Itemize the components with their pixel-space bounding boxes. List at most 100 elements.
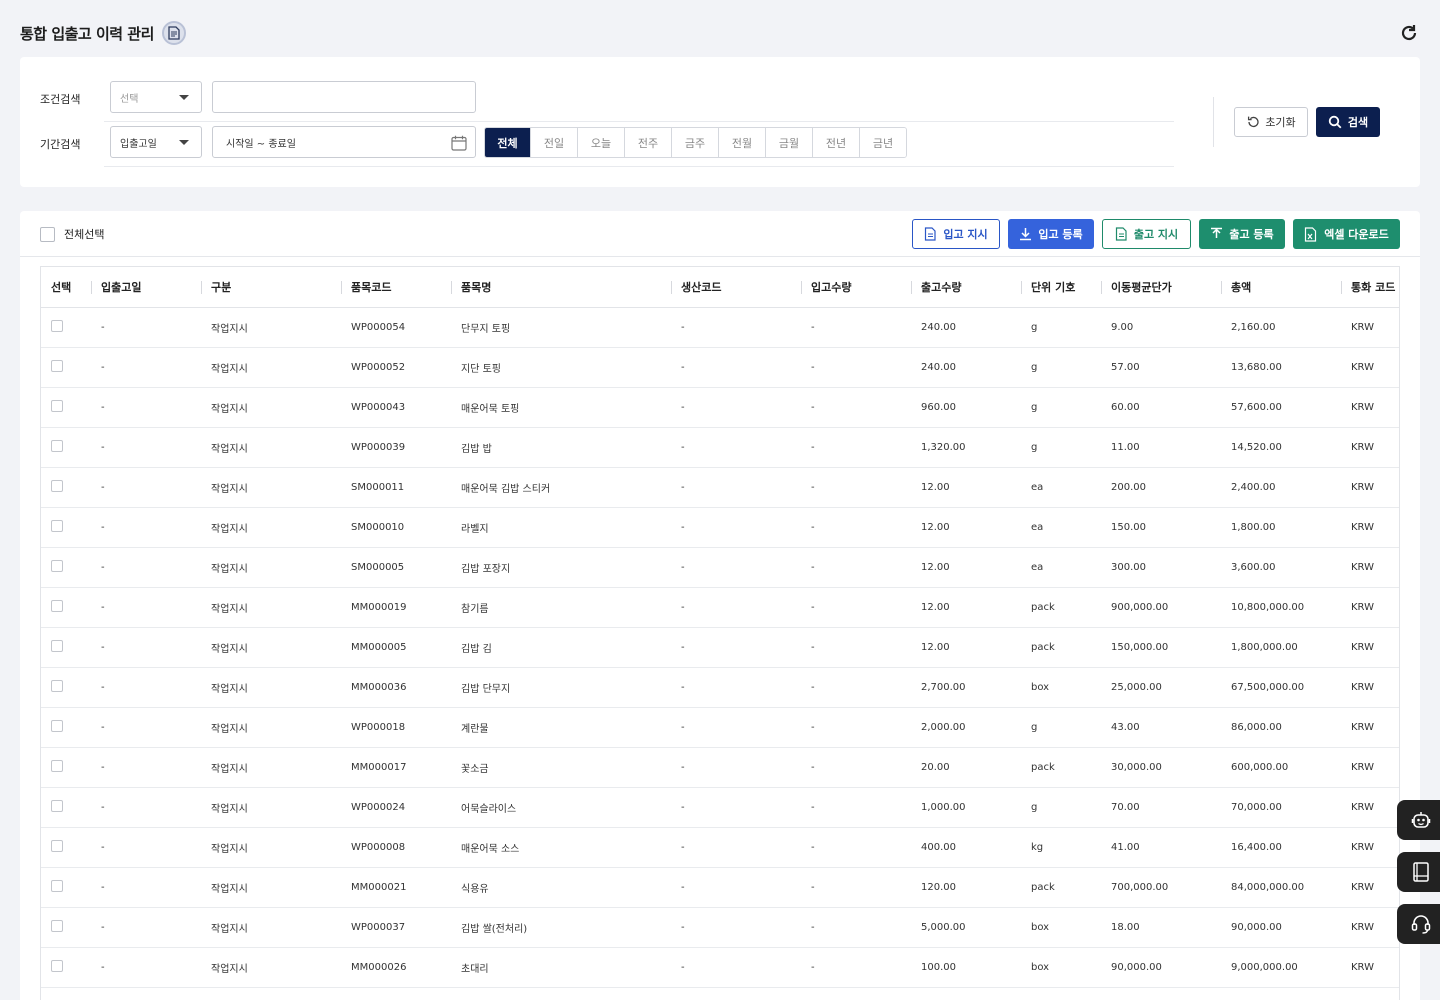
row-checkbox[interactable]: [51, 759, 63, 772]
divider: [104, 121, 1174, 122]
avg-price-cell: 900,000.00: [1101, 587, 1221, 628]
table-row[interactable]: - 작업지시 MM000021 식용유 - -120.00 pack 700,000.00 84…: [41, 867, 1399, 908]
production-code-cell: -: [671, 947, 801, 988]
type-cell: 작업지시: [201, 627, 341, 668]
inbound-register-button[interactable]: 입고 등록: [1008, 219, 1094, 249]
support-button[interactable]: [1397, 904, 1440, 944]
table-row[interactable]: - 작업지시 SM000011 매운어묵 김밥 스티커 - -12.00 ea 200.00 2…: [41, 467, 1399, 508]
condition-select[interactable]: 선택: [110, 81, 202, 113]
column-header[interactable]: 출고수량: [911, 267, 1021, 308]
table-row[interactable]: - 작업지시 SM000005 김밥 포장지 - -12.00 ea 300.00 3,600.…: [41, 547, 1399, 588]
unit-cell: ea: [1021, 467, 1101, 508]
table-row[interactable]: - 작업지시 MM000005 김밥 김 - -12.00 pack 150,000.00 1,…: [41, 627, 1399, 668]
row-checkbox[interactable]: [51, 719, 63, 732]
row-select-cell: [41, 907, 91, 948]
column-header[interactable]: 품목명: [451, 267, 671, 308]
column-header[interactable]: 품목코드: [341, 267, 451, 308]
table-row[interactable]: - 작업지시 WP000024 어묵슬라이스 - -1,000.00 g 70.00 70,00…: [41, 787, 1399, 828]
currency-cell: KRW: [1341, 747, 1399, 788]
table-row[interactable]: - 작업지시 WP000037 김밥 쌀(전처리) - -5,000.00 box 18.00…: [41, 907, 1399, 948]
document-icon[interactable]: [161, 21, 186, 45]
row-checkbox[interactable]: [51, 439, 63, 452]
row-checkbox[interactable]: [51, 359, 63, 372]
total-cell: 70,000.00: [1221, 787, 1341, 828]
row-checkbox[interactable]: [51, 959, 63, 972]
column-header[interactable]: 구분: [201, 267, 341, 308]
inbound-order-button[interactable]: 입고 지시: [912, 219, 1000, 249]
row-checkbox[interactable]: [51, 559, 63, 572]
unit-cell: box: [1021, 667, 1101, 708]
row-checkbox[interactable]: [51, 879, 63, 892]
period-last-year-button[interactable]: 전년: [812, 128, 859, 157]
date-range-placeholder: 시작일 ~ 종료일: [226, 138, 296, 150]
table-row[interactable]: - 작업지시 WP000039 김밥 밥 - -1,320.00 g 11.00 14,520.…: [41, 427, 1399, 468]
item-code-cell: SM000011: [341, 467, 451, 508]
period-yesterday-button[interactable]: 전일: [530, 128, 577, 157]
unit-cell: g: [1021, 307, 1101, 348]
row-checkbox[interactable]: [51, 639, 63, 652]
table-row[interactable]: - 작업지시 WP000008 매운어묵 소스 - -400.00 kg 41.00 16,40…: [41, 827, 1399, 868]
reset-button[interactable]: 초기화: [1234, 107, 1308, 137]
row-checkbox[interactable]: [51, 399, 63, 412]
row-select-cell: [41, 747, 91, 788]
outbound-qty-cell: 2,700.00: [911, 667, 1021, 708]
column-header[interactable]: 단위 기호: [1021, 267, 1101, 308]
unit-cell: g: [1021, 347, 1101, 388]
table-row[interactable]: - 작업지시 MM000036 김밥 단무지 - -2,700.00 box 25,000.0…: [41, 667, 1399, 708]
row-checkbox[interactable]: [51, 679, 63, 692]
row-checkbox[interactable]: [51, 319, 63, 332]
table-row[interactable]: - 작업지시 MM000017 꽃소금 - -20.00 pack 30,000.00 600,…: [41, 747, 1399, 788]
unit-cell: pack: [1021, 747, 1101, 788]
type-cell: 작업지시: [201, 587, 341, 628]
row-checkbox[interactable]: [51, 919, 63, 932]
total-cell: 67,500,000.00: [1221, 667, 1341, 708]
column-header[interactable]: 입출고일: [91, 267, 201, 308]
excel-download-button[interactable]: 엑셀 다운로드: [1293, 219, 1400, 249]
inbound-qty-cell: -: [801, 547, 911, 588]
table-row[interactable]: - 작업지시 SM000010 라벨지 - -12.00 ea 150.00 1,800.00 K…: [41, 507, 1399, 548]
period-last-week-button[interactable]: 전주: [624, 128, 671, 157]
column-header[interactable]: 입고수량: [801, 267, 911, 308]
condition-search-input[interactable]: [212, 81, 476, 113]
period-all-button[interactable]: 전체: [485, 128, 530, 157]
avg-price-cell: 60.00: [1101, 387, 1221, 428]
period-this-week-button[interactable]: 금주: [671, 128, 718, 157]
outbound-register-button[interactable]: 출고 등록: [1199, 219, 1285, 249]
column-header[interactable]: 이동평균단가: [1101, 267, 1221, 308]
table-row[interactable]: - 작업지시 MM000019 참기름 - -12.00 pack 900,000.00 10,…: [41, 587, 1399, 628]
period-this-month-button[interactable]: 금월: [765, 128, 812, 157]
refresh-icon[interactable]: [1398, 22, 1420, 44]
period-this-year-button[interactable]: 금년: [859, 128, 906, 157]
outbound-order-button[interactable]: 출고 지시: [1102, 219, 1191, 249]
row-checkbox[interactable]: [51, 599, 63, 612]
column-header[interactable]: 총액: [1221, 267, 1341, 308]
manual-button[interactable]: [1397, 852, 1440, 892]
results-panel: 전체선택 입고 지시 입고 등록 출고 지시 출고 등록 엑셀 다운로드 선택 …: [20, 211, 1420, 1000]
table-row[interactable]: - 작업지시 WP000043 매운어묵 토핑 - -960.00 g 60.00 57,600…: [41, 387, 1399, 428]
table-row[interactable]: - 작업지시 WP000054 단무지 토핑 - -240.00 g 9.00 2,160.00…: [41, 307, 1399, 348]
chatbot-button[interactable]: [1397, 800, 1440, 840]
row-checkbox[interactable]: [51, 479, 63, 492]
row-select-cell: [41, 587, 91, 628]
inbound-qty-cell: -: [801, 387, 911, 428]
column-header[interactable]: 통화 코드: [1341, 267, 1399, 308]
table-row[interactable]: - 작업지시 MM000026 초대리 - -100.00 box 90,000.00 9,00…: [41, 947, 1399, 988]
outbound-qty-cell: 120.00: [911, 867, 1021, 908]
row-checkbox[interactable]: [51, 519, 63, 532]
table-row[interactable]: - 작업지시 WP000018 계란물 - -2,000.00 g 43.00 86,000.0…: [41, 707, 1399, 748]
date-range-input[interactable]: 시작일 ~ 종료일: [212, 126, 476, 158]
period-today-button[interactable]: 오늘: [577, 128, 624, 157]
search-button[interactable]: 검색: [1316, 107, 1380, 137]
column-header[interactable]: 생산코드: [671, 267, 801, 308]
row-checkbox[interactable]: [51, 799, 63, 812]
period-last-month-button[interactable]: 전월: [718, 128, 765, 157]
period-type-select[interactable]: 입출고일: [110, 126, 202, 158]
select-all-checkbox[interactable]: 전체선택: [40, 226, 104, 242]
table-row[interactable]: - 작업지시 WP000052 지단 토핑 - -240.00 g 57.00 13,680.0…: [41, 347, 1399, 388]
condition-select-value: 선택: [120, 93, 139, 105]
checkbox[interactable]: [40, 226, 55, 242]
calendar-icon[interactable]: [450, 134, 468, 155]
item-code-cell: MM000021: [341, 867, 451, 908]
row-checkbox[interactable]: [51, 839, 63, 852]
avg-price-cell: 18.00: [1101, 907, 1221, 948]
